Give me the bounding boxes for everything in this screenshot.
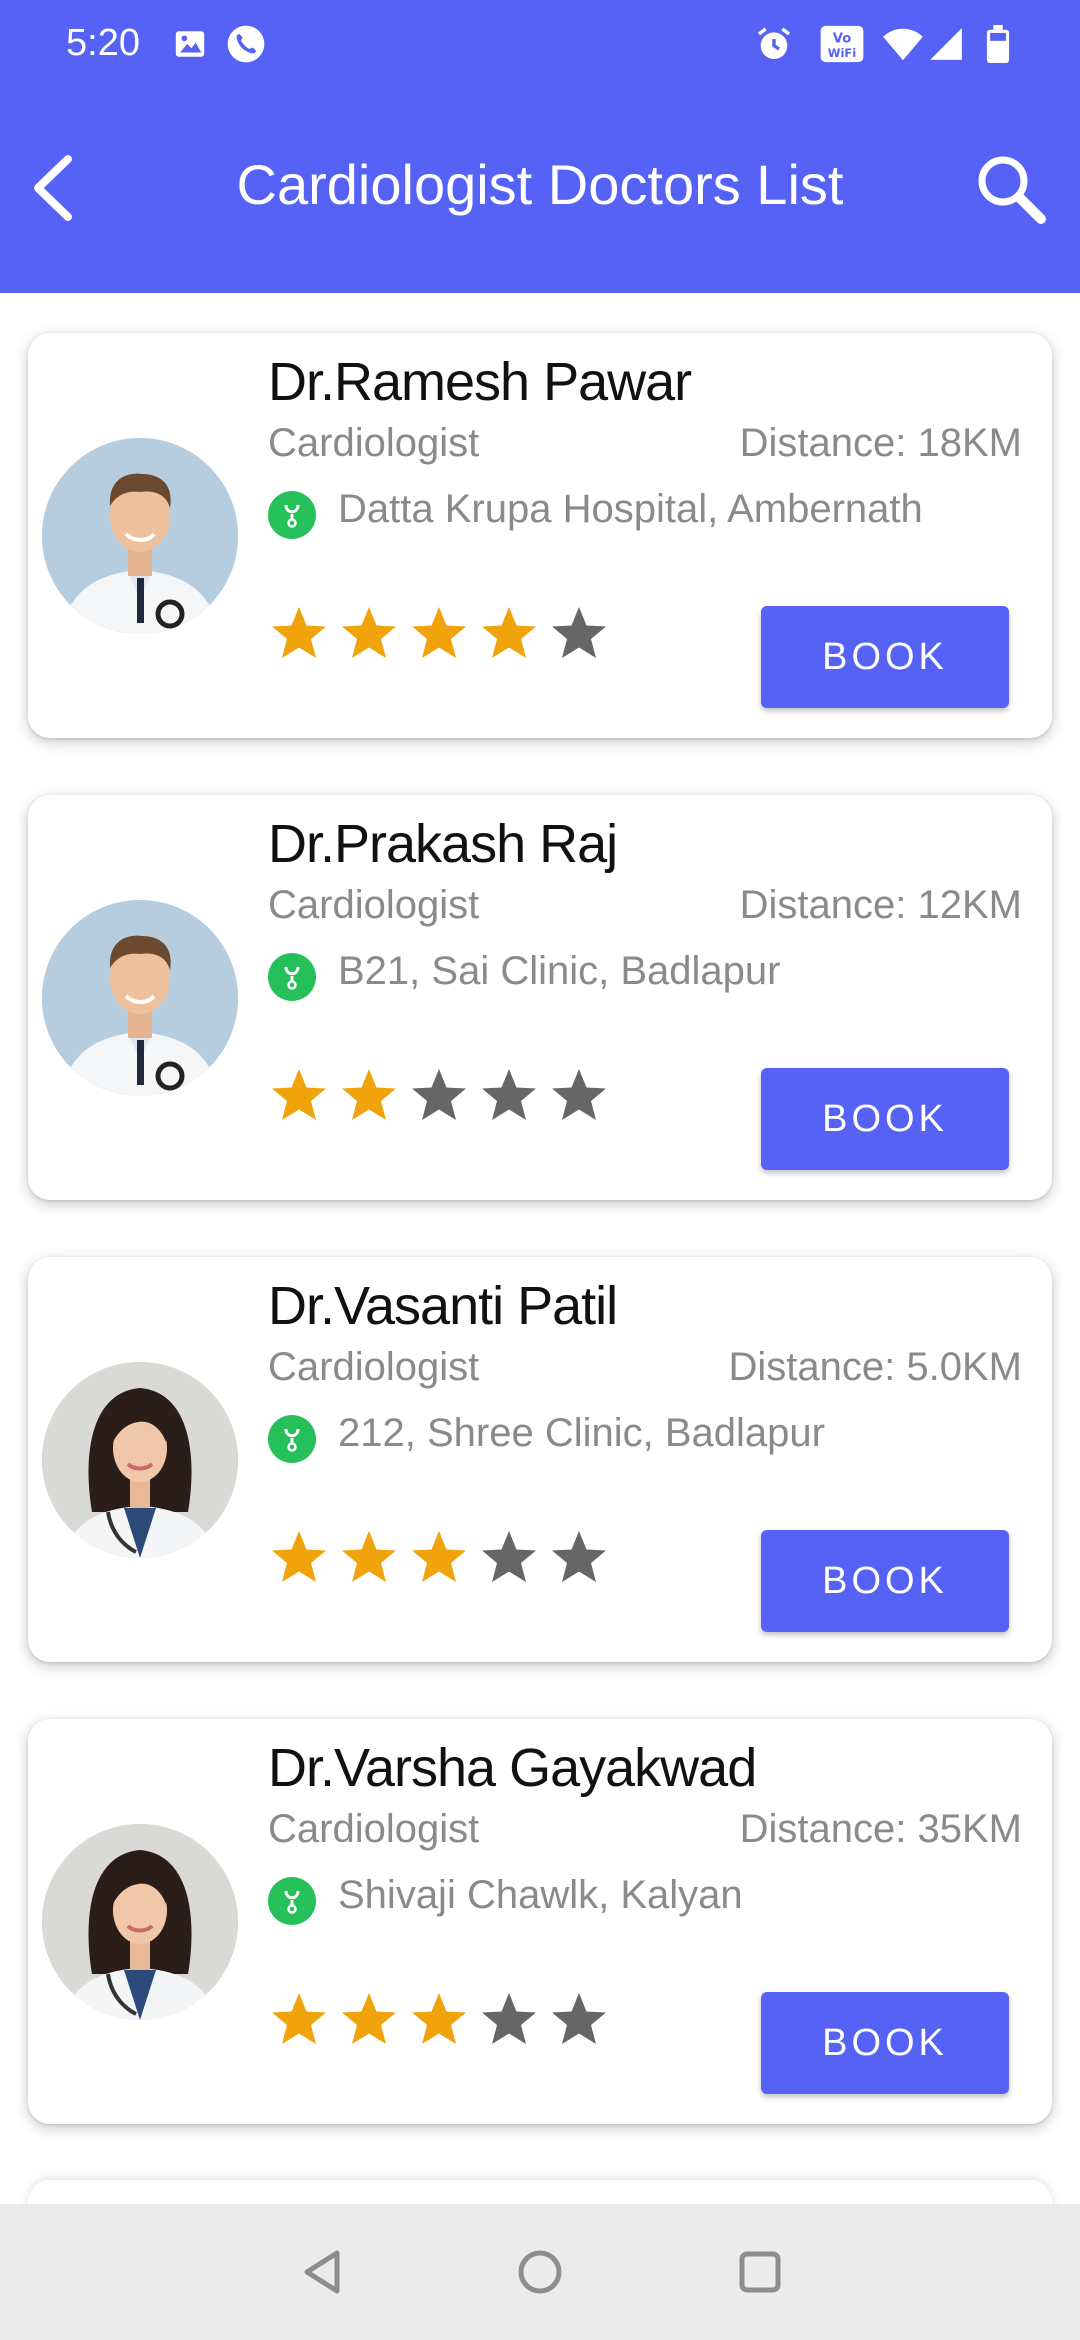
doctor-card[interactable]: Dr.Varsha Gayakwad Cardiologist Distance: … (28, 1719, 1052, 2124)
star-filled-icon (272, 1993, 326, 2044)
status-time: 5:20 (66, 22, 140, 64)
doctor-distance: Distance: 5.0KM (728, 1345, 1022, 1389)
doctor-specialty: Cardiologist (268, 883, 480, 927)
doctor-name: Dr.Vasanti Patil (268, 1276, 618, 1336)
rating-stars (268, 1527, 610, 1589)
signal-icon (926, 24, 966, 64)
star-empty-icon (552, 1069, 606, 1120)
hospital-icon (268, 1877, 316, 1925)
hospital-name: B21, Sai Clinic, Badlapur (338, 949, 781, 993)
doctor-distance: Distance: 12KM (739, 883, 1022, 927)
rating-stars (268, 1989, 610, 2051)
svg-text:Vo: Vo (833, 31, 851, 46)
doctor-name: Dr.Varsha Gayakwad (268, 1738, 757, 1798)
vowifi-icon: Vo WiFi (818, 24, 866, 64)
star-filled-icon (272, 607, 326, 658)
doctor-name: Dr.Ramesh Pawar (268, 352, 692, 412)
book-button[interactable]: BOOK (761, 606, 1009, 708)
rating-stars (268, 1065, 610, 1127)
star-filled-icon (272, 1069, 326, 1120)
nav-recents-button[interactable] (730, 2242, 790, 2302)
book-button[interactable]: BOOK (761, 1068, 1009, 1170)
hospital-icon (268, 491, 316, 539)
system-nav-bar (0, 2204, 1080, 2340)
doctor-card[interactable]: Dr.Ramesh Pawar Cardiologist Distance: 18K… (28, 333, 1052, 738)
app-header: 5:20 Vo WiFi Cardiologist Doctors List (0, 0, 1080, 293)
alarm-icon (754, 24, 794, 64)
status-bar: 5:20 Vo WiFi (0, 0, 1080, 90)
star-filled-icon (342, 1069, 396, 1120)
doctor-distance: Distance: 18KM (739, 421, 1022, 465)
hospital-name: Shivaji Chawlk, Kalyan (338, 1873, 743, 1917)
doctor-card[interactable]: Dr.Vasanti Patil Cardiologist Distance: 5.… (28, 1257, 1052, 1662)
star-filled-icon (272, 1531, 326, 1582)
star-filled-icon (342, 1531, 396, 1582)
doctor-avatar (42, 1362, 238, 1558)
hospital-icon (268, 953, 316, 1001)
star-empty-icon (552, 1993, 606, 2044)
nav-home-button[interactable] (510, 2242, 570, 2302)
page-title: Cardiologist Doctors List (236, 153, 844, 216)
doctor-specialty: Cardiologist (268, 1807, 480, 1851)
star-empty-icon (482, 1069, 536, 1120)
battery-icon (978, 24, 1018, 64)
doctor-specialty: Cardiologist (268, 421, 480, 465)
doctor-avatar (42, 438, 238, 634)
doctor-name: Dr.Prakash Raj (268, 814, 618, 874)
doctor-avatar (42, 1824, 238, 2020)
doctor-specialty: Cardiologist (268, 1345, 480, 1389)
doctor-distance: Distance: 35KM (739, 1807, 1022, 1851)
nav-back-button[interactable] (292, 2242, 352, 2302)
hospital-name: 212, Shree Clinic, Badlapur (338, 1411, 825, 1455)
hospital-name: Datta Krupa Hospital, Ambernath (338, 487, 923, 531)
star-filled-icon (482, 607, 536, 658)
call-icon (226, 24, 266, 64)
star-filled-icon (342, 607, 396, 658)
image-icon (170, 24, 210, 64)
book-button[interactable]: BOOK (761, 1992, 1009, 2094)
doctor-avatar (42, 900, 238, 1096)
star-empty-icon (482, 1531, 536, 1582)
home-circle-icon (518, 2250, 562, 2294)
back-triangle-icon (304, 2250, 340, 2294)
rating-stars (268, 603, 610, 665)
hospital-icon (268, 1415, 316, 1463)
search-icon (978, 156, 1046, 224)
recents-square-icon (739, 2251, 781, 2293)
wifi-icon (880, 24, 926, 64)
star-empty-icon (482, 1993, 536, 2044)
search-button[interactable] (966, 144, 1056, 234)
svg-text:WiFi: WiFi (828, 46, 856, 60)
star-filled-icon (342, 1993, 396, 2044)
book-button[interactable]: BOOK (761, 1530, 1009, 1632)
star-filled-icon (412, 1531, 466, 1582)
star-filled-icon (412, 607, 466, 658)
doctor-card[interactable]: Dr.Prakash Raj Cardiologist Distance: 12KM… (28, 795, 1052, 1200)
star-empty-icon (552, 1531, 606, 1582)
star-empty-icon (552, 607, 606, 658)
star-filled-icon (412, 1993, 466, 2044)
star-empty-icon (412, 1069, 466, 1120)
